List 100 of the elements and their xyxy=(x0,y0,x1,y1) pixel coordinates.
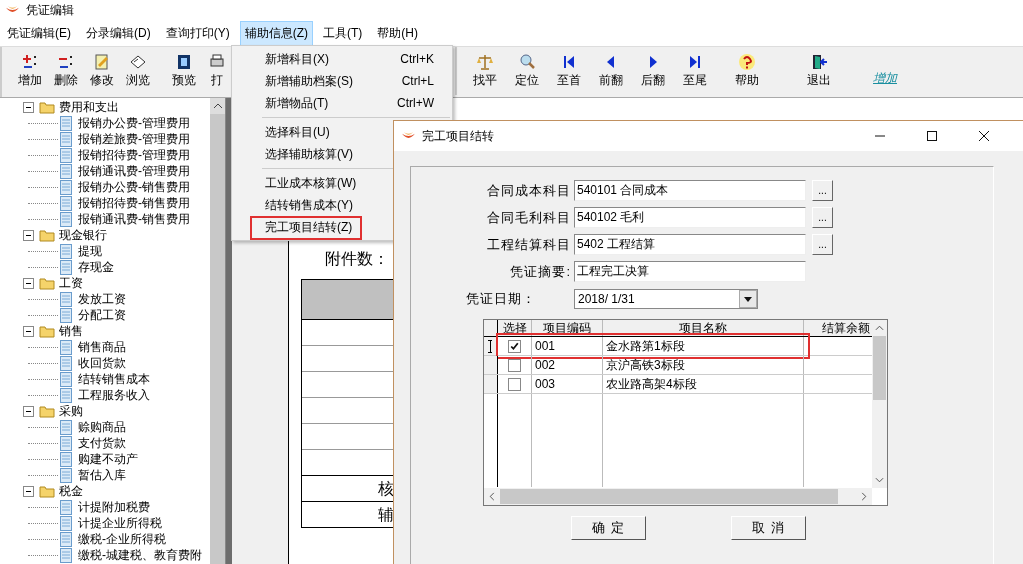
menu-item[interactable]: 凭证编辑(E) xyxy=(2,21,76,46)
menu-item[interactable]: 新增科目(X) Ctrl+K xyxy=(232,48,452,70)
toolbar-button[interactable]: 至尾 xyxy=(679,53,711,95)
toolbar-button[interactable]: 定位 xyxy=(511,53,543,95)
tree-item[interactable]: 费用和支出 xyxy=(59,98,119,116)
toolbar-button[interactable]: 删除 xyxy=(50,53,82,95)
scrollbar[interactable] xyxy=(872,320,887,488)
dialog-title: 完工项目结转 xyxy=(422,127,494,145)
scrollbar[interactable] xyxy=(210,98,225,564)
collapse-toggle[interactable] xyxy=(23,485,34,497)
input-field[interactable]: 540102 毛利 xyxy=(574,207,806,228)
document-icon xyxy=(60,355,72,371)
document-icon xyxy=(60,259,72,275)
tree-item[interactable]: 缴税-企业所得税 xyxy=(78,530,166,548)
collapse-toggle[interactable] xyxy=(23,229,34,241)
scroll-left-icon xyxy=(489,492,495,501)
tree-item[interactable]: 收回货款 xyxy=(78,354,126,372)
tree-item[interactable]: 计提附加税费 xyxy=(78,498,150,516)
tree-item[interactable]: 分配工资 xyxy=(78,306,126,324)
tree-item[interactable]: 存现金 xyxy=(78,258,114,276)
document-icon xyxy=(60,467,72,483)
browse-button[interactable]: ... xyxy=(812,234,833,255)
column-header[interactable]: 选择 xyxy=(498,320,532,336)
close-icon[interactable] xyxy=(978,130,990,142)
toolbar-button[interactable]: 浏览 xyxy=(122,53,154,95)
toolbar-button[interactable]: 打 xyxy=(204,53,230,95)
toolbar-button[interactable]: 增加 xyxy=(14,53,46,95)
input-field[interactable]: 540101 合同成本 xyxy=(574,180,806,201)
menu-item[interactable]: 新增辅助档案(S) Ctrl+L xyxy=(232,70,452,92)
tree-item[interactable]: 报销通讯费-管理费用 xyxy=(78,162,190,180)
toolbar-button[interactable]: 退出 xyxy=(803,53,835,95)
row-indicator[interactable] xyxy=(484,356,498,374)
tree-item[interactable]: 计提企业所得税 xyxy=(78,514,162,532)
tree-item[interactable]: 税金 xyxy=(59,482,83,500)
tree-item[interactable]: 购建不动产 xyxy=(78,450,138,468)
edit-icon xyxy=(93,53,111,71)
maximize-icon[interactable] xyxy=(926,130,938,142)
toolbar-button[interactable]: 预览 xyxy=(168,53,200,95)
document-icon xyxy=(60,499,72,515)
tree-item[interactable]: 报销招待费-销售费用 xyxy=(78,194,190,212)
tree-item[interactable]: 支付货款 xyxy=(78,434,126,452)
tree-item[interactable]: 现金银行 xyxy=(59,226,107,244)
menu-item[interactable]: 辅助信息(Z) xyxy=(239,21,313,46)
document-icon xyxy=(60,419,72,435)
tree-item[interactable]: 赊购商品 xyxy=(78,418,126,436)
menu-item[interactable]: 查询打印(Y) xyxy=(160,21,235,46)
tree-item[interactable]: 采购 xyxy=(59,402,83,420)
tree-item[interactable]: 销售 xyxy=(59,322,83,340)
column-header[interactable]: 项目编码 xyxy=(532,320,603,336)
menu-item[interactable]: 工具(T) xyxy=(318,21,368,46)
cancel-button[interactable]: 取 消 xyxy=(731,516,806,540)
tree-item[interactable]: 报销通讯费-销售费用 xyxy=(78,210,190,228)
tree-item[interactable]: 报销差旅费-管理费用 xyxy=(78,130,190,148)
document-icon xyxy=(60,163,72,179)
toolbar-button[interactable]: 至首 xyxy=(553,53,585,95)
document-icon xyxy=(60,243,72,259)
scroll-up-icon xyxy=(875,325,884,331)
toolbar-button[interactable]: 后翻 xyxy=(637,53,669,95)
table-cell: 京沪高铁3标段 xyxy=(603,356,804,374)
toolbar-button[interactable]: 修改 xyxy=(86,53,118,95)
tree-item[interactable]: 暂估入库 xyxy=(78,466,126,484)
scrollbar[interactable] xyxy=(484,488,872,505)
toolbar-button[interactable]: 前翻 xyxy=(595,53,627,95)
field-label: 工程结算科目 xyxy=(486,235,572,254)
collapse-toggle[interactable] xyxy=(23,101,34,113)
toolbar-button[interactable]: 找平 xyxy=(469,53,501,95)
column-header[interactable]: 项目名称 xyxy=(603,320,804,336)
add-link[interactable]: 增加 xyxy=(873,70,897,87)
ok-button[interactable]: 确 定 xyxy=(571,516,646,540)
tree-item[interactable]: 报销办公费-销售费用 xyxy=(78,178,190,196)
collapse-toggle[interactable] xyxy=(23,277,34,289)
tree-item[interactable]: 工资 xyxy=(59,274,83,292)
input-field[interactable]: 工程完工决算 xyxy=(574,261,806,282)
tree-item[interactable]: 报销办公费-管理费用 xyxy=(78,114,190,132)
row-indicator[interactable] xyxy=(484,375,498,393)
menu-item[interactable]: 新增物品(T) Ctrl+W xyxy=(232,92,452,114)
field-label: 凭证日期： xyxy=(465,289,537,308)
tree-item[interactable]: 缴税-城建税、教育费附 xyxy=(78,546,202,564)
menu-item[interactable]: 帮助(H) xyxy=(372,21,423,46)
collapse-toggle[interactable] xyxy=(23,405,34,417)
browse-button[interactable]: ... xyxy=(812,180,833,201)
checkbox[interactable] xyxy=(508,377,521,391)
tree-item[interactable]: 工程服务收入 xyxy=(78,386,150,404)
tree-item[interactable]: 报销招待费-管理费用 xyxy=(78,146,190,164)
tree-item[interactable]: 结转销售成本 xyxy=(78,370,150,388)
folder-icon xyxy=(39,100,55,114)
menu-item[interactable]: 分录编辑(D) xyxy=(81,21,156,46)
folder-icon xyxy=(39,276,55,290)
scroll-up-icon xyxy=(212,103,223,109)
tree-item[interactable]: 提现 xyxy=(78,242,102,260)
browse-button[interactable]: ... xyxy=(812,207,833,228)
toolbar-button[interactable]: 帮助 xyxy=(731,53,763,95)
input-field[interactable]: 5402 工程结算 xyxy=(574,234,806,255)
document-icon xyxy=(60,147,72,163)
tree-item[interactable]: 销售商品 xyxy=(78,338,126,356)
document-icon xyxy=(60,115,72,131)
tree-item[interactable]: 发放工资 xyxy=(78,290,126,308)
collapse-toggle[interactable] xyxy=(23,325,34,337)
checkbox[interactable] xyxy=(508,339,521,353)
date-dropdown[interactable]: 2018/ 1/31 xyxy=(574,288,758,309)
